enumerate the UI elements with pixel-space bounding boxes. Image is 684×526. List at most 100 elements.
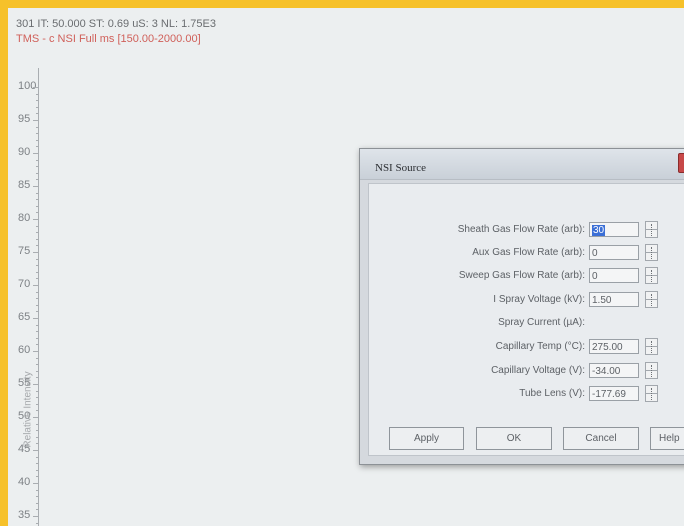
y-tick-mark <box>36 463 39 465</box>
capillary-voltage-label: Capillary Voltage (V): <box>491 365 585 376</box>
y-tick-label: 75 <box>18 245 31 257</box>
y-tick-mark <box>33 219 39 220</box>
spray-voltage-label: I Spray Voltage (kV): <box>493 294 585 305</box>
y-tick-mark <box>36 100 39 102</box>
dialog-title: NSI Source <box>375 162 427 174</box>
y-tick-mark <box>36 337 39 339</box>
y-tick-label: 40 <box>18 476 31 488</box>
y-tick-label: 95 <box>18 113 31 125</box>
y-tick-mark <box>36 456 39 458</box>
y-tick-mark <box>36 265 39 267</box>
y-tick-mark <box>36 357 39 359</box>
y-tick-mark <box>36 232 39 234</box>
y-tick-mark <box>36 423 39 425</box>
y-tick-mark <box>33 318 39 319</box>
y-tick-label: 80 <box>18 212 31 224</box>
y-tick-mark <box>33 87 39 88</box>
spectrum-window: 301 IT: 50.000 ST: 0.69 uS: 3 NL: 1.75E3… <box>8 8 684 526</box>
dialog-titlebar[interactable]: NSI Source <box>360 149 684 180</box>
y-tick-mark <box>36 238 39 240</box>
y-tick-mark <box>36 205 39 207</box>
y-tick-mark <box>36 298 39 300</box>
y-tick-mark <box>36 304 39 306</box>
y-tick-mark <box>36 192 39 194</box>
cancel-button[interactable]: Cancel <box>563 427 639 450</box>
scan-header: 301 IT: 50.000 ST: 0.69 uS: 3 NL: 1.75E3 <box>16 18 216 30</box>
sweep-gas-input[interactable]: 0 <box>589 268 639 283</box>
y-tick-mark <box>36 522 39 524</box>
y-tick-mark <box>36 139 39 141</box>
y-tick-mark <box>36 436 39 438</box>
y-axis-label: Relative Intensity <box>22 371 34 448</box>
y-tick-mark <box>36 126 39 128</box>
aux-gas-input[interactable]: 0 <box>589 245 639 260</box>
y-tick-mark <box>36 469 39 471</box>
y-tick-mark <box>33 417 39 418</box>
sheath-gas-input[interactable]: 30 <box>589 222 639 237</box>
tube-lens-stepper[interactable] <box>645 385 658 402</box>
spray-voltage-input[interactable]: 1.50 <box>589 292 639 307</box>
y-tick-mark <box>33 285 39 286</box>
tube-lens-input[interactable]: -177.69 <box>589 386 639 401</box>
y-tick-mark <box>33 153 39 154</box>
y-tick-mark <box>36 364 39 366</box>
y-tick-mark <box>36 258 39 260</box>
y-tick-mark <box>33 450 39 451</box>
help-button[interactable]: Help <box>650 427 684 450</box>
y-tick-mark <box>33 252 39 253</box>
y-tick-mark <box>36 370 39 372</box>
y-tick-mark <box>36 291 39 293</box>
capillary-temp-stepper[interactable] <box>645 338 658 355</box>
y-tick-mark <box>36 225 39 227</box>
y-tick-label: 60 <box>18 344 31 356</box>
y-tick-mark <box>36 489 39 491</box>
nsi-source-dialog[interactable]: NSI Source A 2 Sheath Gas Flow Rate (arb… <box>359 148 684 465</box>
y-tick-mark <box>36 199 39 201</box>
y-tick-mark <box>33 483 39 484</box>
y-tick-mark <box>33 351 39 352</box>
capillary-voltage-stepper[interactable] <box>645 362 658 379</box>
y-tick-mark <box>36 271 39 273</box>
close-icon[interactable] <box>678 153 684 173</box>
y-tick-mark <box>36 159 39 161</box>
y-tick-mark <box>36 133 39 135</box>
y-tick-mark <box>36 324 39 326</box>
y-tick-mark <box>36 496 39 498</box>
tube-lens-label: Tube Lens (V): <box>519 388 585 399</box>
y-tick-label: 85 <box>18 179 31 191</box>
y-tick-mark <box>36 502 39 504</box>
y-tick-mark <box>36 93 39 95</box>
y-tick-mark <box>36 390 39 392</box>
y-tick-mark <box>33 384 39 385</box>
y-tick-mark <box>36 430 39 432</box>
sweep-gas-stepper[interactable] <box>645 267 658 284</box>
dialog-body: A 2 Sheath Gas Flow Rate (arb): 30 Aux G… <box>368 183 684 456</box>
apply-button[interactable]: Apply <box>389 427 464 450</box>
sheath-gas-stepper[interactable] <box>645 221 658 238</box>
y-tick-label: 65 <box>18 311 31 323</box>
spray-voltage-stepper[interactable] <box>645 291 658 308</box>
ok-button[interactable]: OK <box>476 427 552 450</box>
capillary-temp-input[interactable]: 275.00 <box>589 339 639 354</box>
sweep-gas-label: Sweep Gas Flow Rate (arb): <box>458 270 585 281</box>
y-tick-mark <box>36 166 39 168</box>
y-tick-mark <box>36 172 39 174</box>
sheath-gas-value: 30 <box>592 225 606 236</box>
y-tick-label: 90 <box>18 146 31 158</box>
y-tick-mark <box>36 397 39 399</box>
spray-current-label: Spray Current (µA): <box>498 317 585 328</box>
aux-gas-stepper[interactable] <box>645 244 658 261</box>
capillary-voltage-input[interactable]: -34.00 <box>589 363 639 378</box>
y-tick-mark <box>36 106 39 108</box>
y-tick-label: 70 <box>18 278 31 290</box>
scan-filter: TMS - c NSI Full ms [150.00-2000.00] <box>16 33 201 45</box>
y-tick-label: 100 <box>18 80 37 92</box>
sheath-gas-label: Sheath Gas Flow Rate (arb): <box>457 224 585 235</box>
capillary-temp-label: Capillary Temp (°C): <box>495 341 585 352</box>
y-tick-mark <box>36 403 39 405</box>
y-tick-mark <box>33 516 39 517</box>
y-tick-mark <box>33 186 39 187</box>
y-tick-mark <box>33 120 39 121</box>
y-tick-label: 35 <box>18 509 31 521</box>
aux-gas-label: Aux Gas Flow Rate (arb): <box>472 247 585 258</box>
